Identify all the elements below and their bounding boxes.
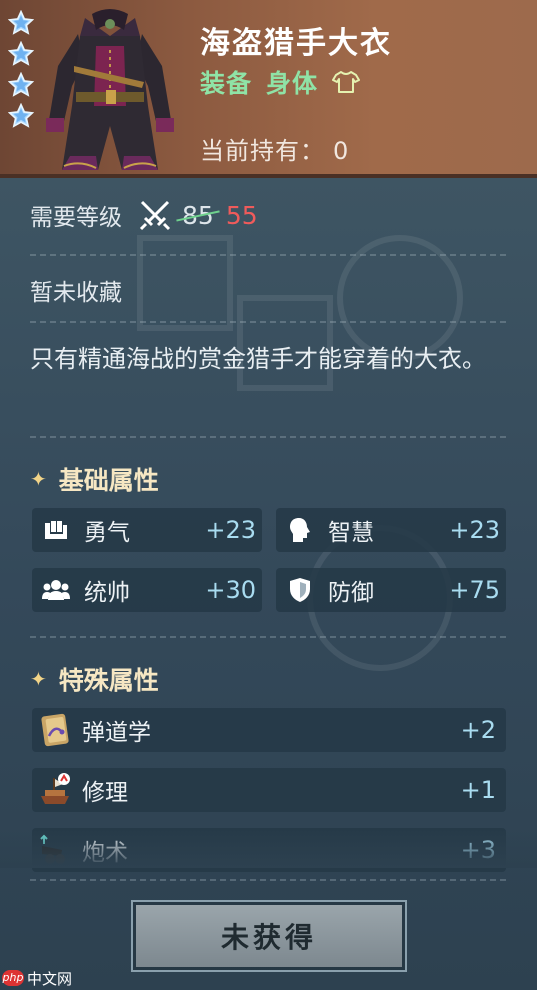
original-level: 85 [182,200,214,230]
skill-value: +1 [460,776,496,804]
ballistics-book-icon [41,713,69,747]
star-icon [7,71,35,98]
reduced-level: 55 [225,200,258,230]
defense-icon [286,576,314,604]
owned-value: 0 [333,137,350,165]
divider [30,254,506,256]
skill-value: +2 [460,716,496,744]
base-attributes-title: ✦ 基础属性 [30,461,159,497]
divider [30,436,506,438]
section-title-text: 基础属性 [58,466,159,495]
skill-repair: 修理 +1 [32,768,506,812]
command-icon [42,576,70,604]
stat-courage: 勇气 +23 [32,508,262,552]
stat-command: 统帅 +30 [32,568,262,612]
sparkle-icon: ✦ [30,467,47,491]
owned-label: 当前持有： [200,137,325,165]
stat-value: +23 [205,516,256,544]
level-requirement: 需要等级 85 55 [30,198,258,232]
collection-status: 暂未收藏 [30,280,122,306]
star-icon [7,9,35,36]
shirt-icon [332,71,361,93]
requirement-label: 需要等级 [30,205,122,231]
stat-wisdom: 智慧 +23 [276,508,506,552]
section-title-text: 特殊属性 [58,666,159,695]
not-obtained-button[interactable]: 未获得 [136,905,402,967]
divider [30,636,506,638]
item-header: 海盗猎手大衣 装备 身体 当前持有： 0 [0,0,537,178]
stat-value: +23 [449,516,500,544]
item-type: 装备 身体 [200,64,361,100]
special-attributes-title: ✦ 特殊属性 [30,661,159,697]
not-obtained-button-frame[interactable]: 未获得 [131,900,407,972]
stat-label: 防御 [328,580,374,606]
wisdom-icon [286,516,314,544]
watermark-logo: php 中文网 [2,968,72,988]
skill-label: 弹道学 [82,720,151,746]
crossed-swords-icon [139,200,171,231]
sparkle-icon: ✦ [30,667,47,691]
php-logo-icon: php [2,970,24,986]
coat-portrait [46,9,174,170]
divider [30,321,506,323]
item-detail-panel[interactable]: 需要等级 85 55 暂未收藏 只有精通海战的赏金猎手才能穿着的大衣。 ✦ 基础… [0,178,537,990]
owned-count: 当前持有： 0 [200,131,349,166]
stat-label: 智慧 [328,520,374,546]
star-icon [7,102,35,129]
item-slot: 身体 [266,69,319,98]
item-category: 装备 [200,69,253,98]
stat-value: +30 [205,576,256,604]
stat-label: 统帅 [84,580,130,606]
rarity-stars [7,9,35,134]
stat-defense: 防御 +75 [276,568,506,612]
item-description: 只有精通海战的赏金猎手才能穿着的大衣。 [30,345,486,373]
divider [30,879,506,881]
repair-ship-icon [41,773,70,804]
stat-value: +75 [449,576,500,604]
star-icon [7,40,35,67]
item-name: 海盗猎手大衣 [200,26,392,61]
watermark-text: 中文网 [27,969,73,988]
courage-icon [42,516,70,544]
skill-ballistics: 弹道学 +2 [32,708,506,752]
stat-label: 勇气 [84,520,130,546]
scroll-fade [0,828,537,868]
skill-label: 修理 [82,780,128,806]
